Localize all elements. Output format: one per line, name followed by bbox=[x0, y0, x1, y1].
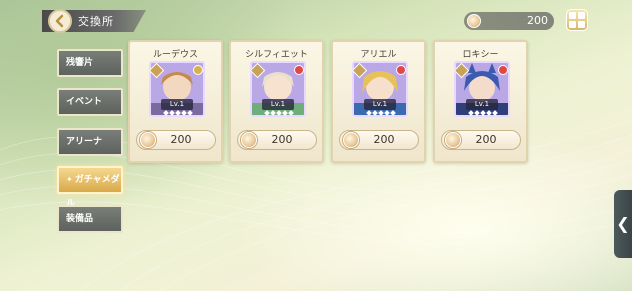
grid-icon-cell bbox=[578, 21, 585, 28]
medal-coin-icon bbox=[467, 14, 481, 28]
exchange-price-button[interactable]: 200 bbox=[237, 130, 317, 150]
tab-arena[interactable]: アリーナ bbox=[57, 128, 123, 156]
exchange-price-button[interactable]: 200 bbox=[136, 130, 216, 150]
exchange-card[interactable]: シルフィエット Lv.1 200 bbox=[229, 40, 324, 163]
tab-label: アリーナ bbox=[66, 137, 103, 147]
exchange-card[interactable]: ロキシー Lv.1 200 bbox=[433, 40, 528, 163]
medal-coin-icon bbox=[140, 132, 156, 148]
exchange-price-button[interactable]: 200 bbox=[441, 130, 521, 150]
tab-label: 残響片 bbox=[66, 58, 94, 68]
rank-diamonds bbox=[152, 110, 204, 116]
rarity-badge-icon bbox=[396, 65, 406, 75]
back-button[interactable] bbox=[48, 9, 72, 33]
currency-amount: 200 bbox=[527, 14, 548, 27]
rank-diamonds bbox=[457, 110, 509, 116]
menu-grid-button[interactable] bbox=[566, 9, 588, 31]
tab-label: イベント bbox=[66, 97, 103, 107]
tab-event[interactable]: イベント bbox=[57, 88, 123, 116]
character-name: ロキシー bbox=[462, 50, 499, 60]
star-icon: ✦ bbox=[66, 175, 73, 184]
character-name: ルーデウス bbox=[152, 50, 198, 60]
grid-icon-cell bbox=[578, 12, 585, 19]
character-name: アリエル bbox=[360, 50, 397, 60]
rarity-badge-icon bbox=[498, 65, 508, 75]
side-panel-handle[interactable]: ❮ bbox=[614, 190, 632, 258]
chevron-left-icon: ❮ bbox=[616, 214, 630, 233]
medal-coin-icon bbox=[343, 132, 359, 148]
grid-icon bbox=[569, 12, 576, 19]
tab-zankyouhen[interactable]: 残響片 bbox=[57, 49, 123, 77]
medal-coin-icon bbox=[445, 132, 461, 148]
rank-diamonds bbox=[253, 110, 305, 116]
exchange-card[interactable]: アリエル Lv.1 200 bbox=[331, 40, 426, 163]
exchange-price-button[interactable]: 200 bbox=[339, 130, 419, 150]
arrow-left-icon bbox=[55, 14, 64, 28]
exchange-card[interactable]: ルーデウス Lv.1 200 bbox=[128, 40, 223, 163]
medal-coin-icon bbox=[241, 132, 257, 148]
rarity-badge-icon bbox=[294, 65, 304, 75]
price-value: 200 bbox=[373, 133, 395, 146]
rarity-badge-icon bbox=[193, 65, 203, 75]
price-value: 200 bbox=[271, 133, 293, 146]
rank-diamonds bbox=[355, 110, 407, 116]
price-value: 200 bbox=[475, 133, 497, 146]
tab-gacha-medal[interactable]: ✦ ガチャメダル bbox=[57, 166, 123, 209]
page-title: 交換所 bbox=[78, 15, 114, 28]
price-value: 200 bbox=[170, 133, 192, 146]
grid-icon-cell bbox=[569, 21, 576, 28]
level-label: Lv.1 bbox=[466, 99, 498, 110]
tab-label: ガチャメダル bbox=[66, 175, 120, 209]
character-name: シルフィエット bbox=[245, 50, 308, 60]
tab-label: 装備品 bbox=[66, 214, 94, 224]
level-label: Lv.1 bbox=[364, 99, 396, 110]
tab-equipment[interactable]: 装備品 bbox=[57, 205, 123, 233]
level-label: Lv.1 bbox=[262, 99, 294, 110]
level-label: Lv.1 bbox=[161, 99, 193, 110]
